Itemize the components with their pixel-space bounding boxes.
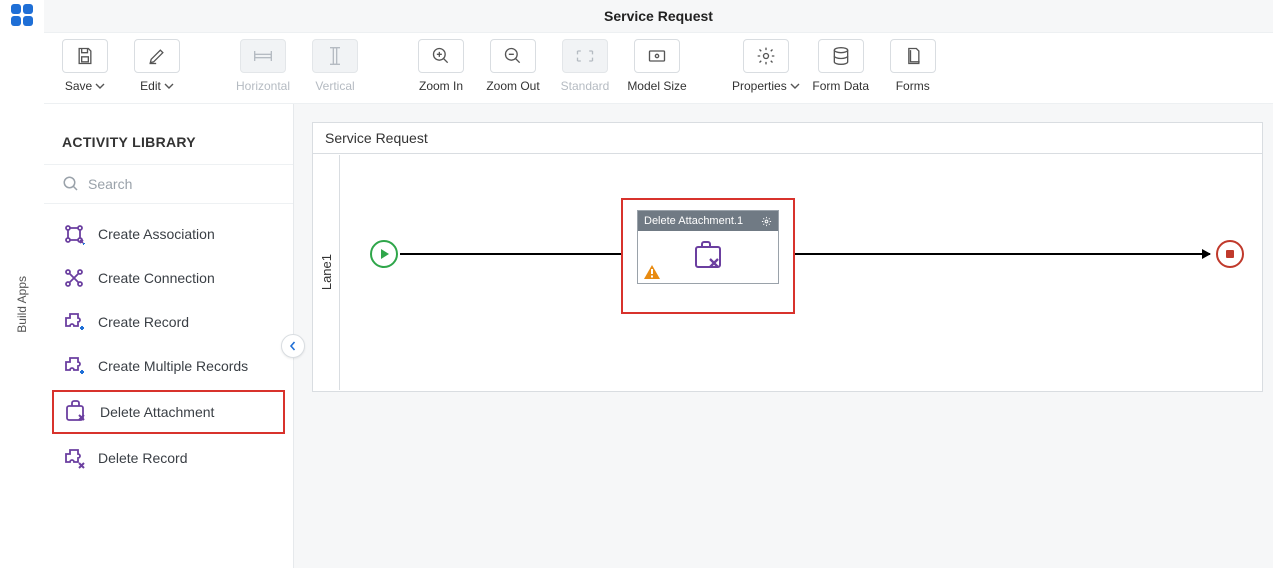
library-item-label: Create Connection <box>98 269 215 287</box>
build-apps-tab[interactable]: Build Apps <box>15 276 29 333</box>
process-canvas[interactable]: Service Request Lane1 Delete Attachment.… <box>312 122 1263 392</box>
save-button[interactable]: Save <box>54 39 116 93</box>
play-icon <box>380 248 390 260</box>
app-switcher-icon[interactable] <box>11 4 33 26</box>
chevron-down-icon <box>164 83 174 89</box>
form-data-label: Form Data <box>812 79 869 93</box>
chevron-down-icon <box>790 83 800 89</box>
library-item-delete-record[interactable]: Delete Record <box>44 436 293 480</box>
toolbar: Save Edit Horizontal <box>44 32 1273 104</box>
library-item-create-association[interactable]: Create Association <box>44 212 293 256</box>
warning-icon <box>644 265 660 279</box>
chevron-down-icon <box>95 83 105 89</box>
page-title: Service Request <box>44 0 1273 32</box>
save-icon <box>75 46 95 66</box>
chevron-left-icon <box>288 341 298 351</box>
puzzle-x-icon <box>62 446 86 470</box>
library-item-label: Delete Record <box>98 449 188 467</box>
standard-zoom-button: Standard <box>554 39 616 93</box>
horizontal-label: Horizontal <box>236 79 290 93</box>
align-horizontal-icon <box>253 49 273 63</box>
library-item-label: Create Association <box>98 225 215 243</box>
canvas-title: Service Request <box>313 123 1262 154</box>
forms-label: Forms <box>896 79 930 93</box>
activity-library-sidebar: ACTIVITY LIBRARY Create Association Creat… <box>44 104 294 568</box>
gear-icon <box>756 46 776 66</box>
attach-x-icon <box>64 400 88 424</box>
start-node[interactable] <box>370 240 398 268</box>
collapse-sidebar-button[interactable] <box>281 334 305 358</box>
zoom-in-icon <box>431 46 451 66</box>
form-data-button[interactable]: Form Data <box>810 39 872 93</box>
puzzle-plus-icon <box>62 310 86 334</box>
library-item-create-multiple-records[interactable]: Create Multiple Records <box>44 344 293 388</box>
zoom-out-label: Zoom Out <box>486 79 539 93</box>
horizontal-button: Horizontal <box>232 39 294 93</box>
model-size-label: Model Size <box>627 79 686 93</box>
fit-standard-icon <box>575 48 595 64</box>
vertical-button: Vertical <box>304 39 366 93</box>
properties-label: Properties <box>732 79 787 93</box>
search-icon <box>62 175 80 193</box>
forms-button[interactable]: Forms <box>882 39 944 93</box>
edge-activity-to-end <box>795 253 1210 255</box>
align-vertical-icon <box>328 46 342 66</box>
zoom-out-button[interactable]: Zoom Out <box>482 39 544 93</box>
assoc-icon <box>62 222 86 246</box>
zoom-out-icon <box>503 46 523 66</box>
activity-title: Delete Attachment.1 <box>644 215 743 227</box>
library-item-delete-attachment[interactable]: Delete Attachment <box>52 390 285 434</box>
library-item-create-connection[interactable]: Create Connection <box>44 256 293 300</box>
save-label: Save <box>65 79 92 93</box>
end-node[interactable] <box>1216 240 1244 268</box>
gear-icon[interactable] <box>761 216 772 227</box>
vertical-label: Vertical <box>315 79 354 93</box>
edit-icon <box>147 46 167 66</box>
edge-start-to-activity <box>400 253 635 255</box>
library-item-label: Create Multiple Records <box>98 357 248 375</box>
standard-label: Standard <box>561 79 610 93</box>
puzzle-plus-icon <box>62 354 86 378</box>
model-size-button[interactable]: Model Size <box>626 39 688 93</box>
document-icon <box>903 46 923 66</box>
library-item-label: Delete Attachment <box>100 403 214 421</box>
activity-delete-attachment[interactable]: Delete Attachment.1 <box>621 198 795 314</box>
conn-icon <box>62 266 86 290</box>
library-item-create-record[interactable]: Create Record <box>44 300 293 344</box>
left-rail: Build Apps <box>0 0 44 568</box>
zoom-in-label: Zoom In <box>419 79 463 93</box>
lane-header[interactable]: Lane1 <box>314 155 340 390</box>
sidebar-heading: ACTIVITY LIBRARY <box>44 134 293 165</box>
database-icon <box>831 46 851 66</box>
edit-label: Edit <box>140 79 161 93</box>
attachment-delete-icon <box>690 241 726 273</box>
fit-model-icon <box>647 48 667 64</box>
library-item-label: Create Record <box>98 313 189 331</box>
properties-button[interactable]: Properties <box>732 39 800 93</box>
search-input[interactable] <box>88 176 275 192</box>
zoom-in-button[interactable]: Zoom In <box>410 39 472 93</box>
edit-button[interactable]: Edit <box>126 39 188 93</box>
